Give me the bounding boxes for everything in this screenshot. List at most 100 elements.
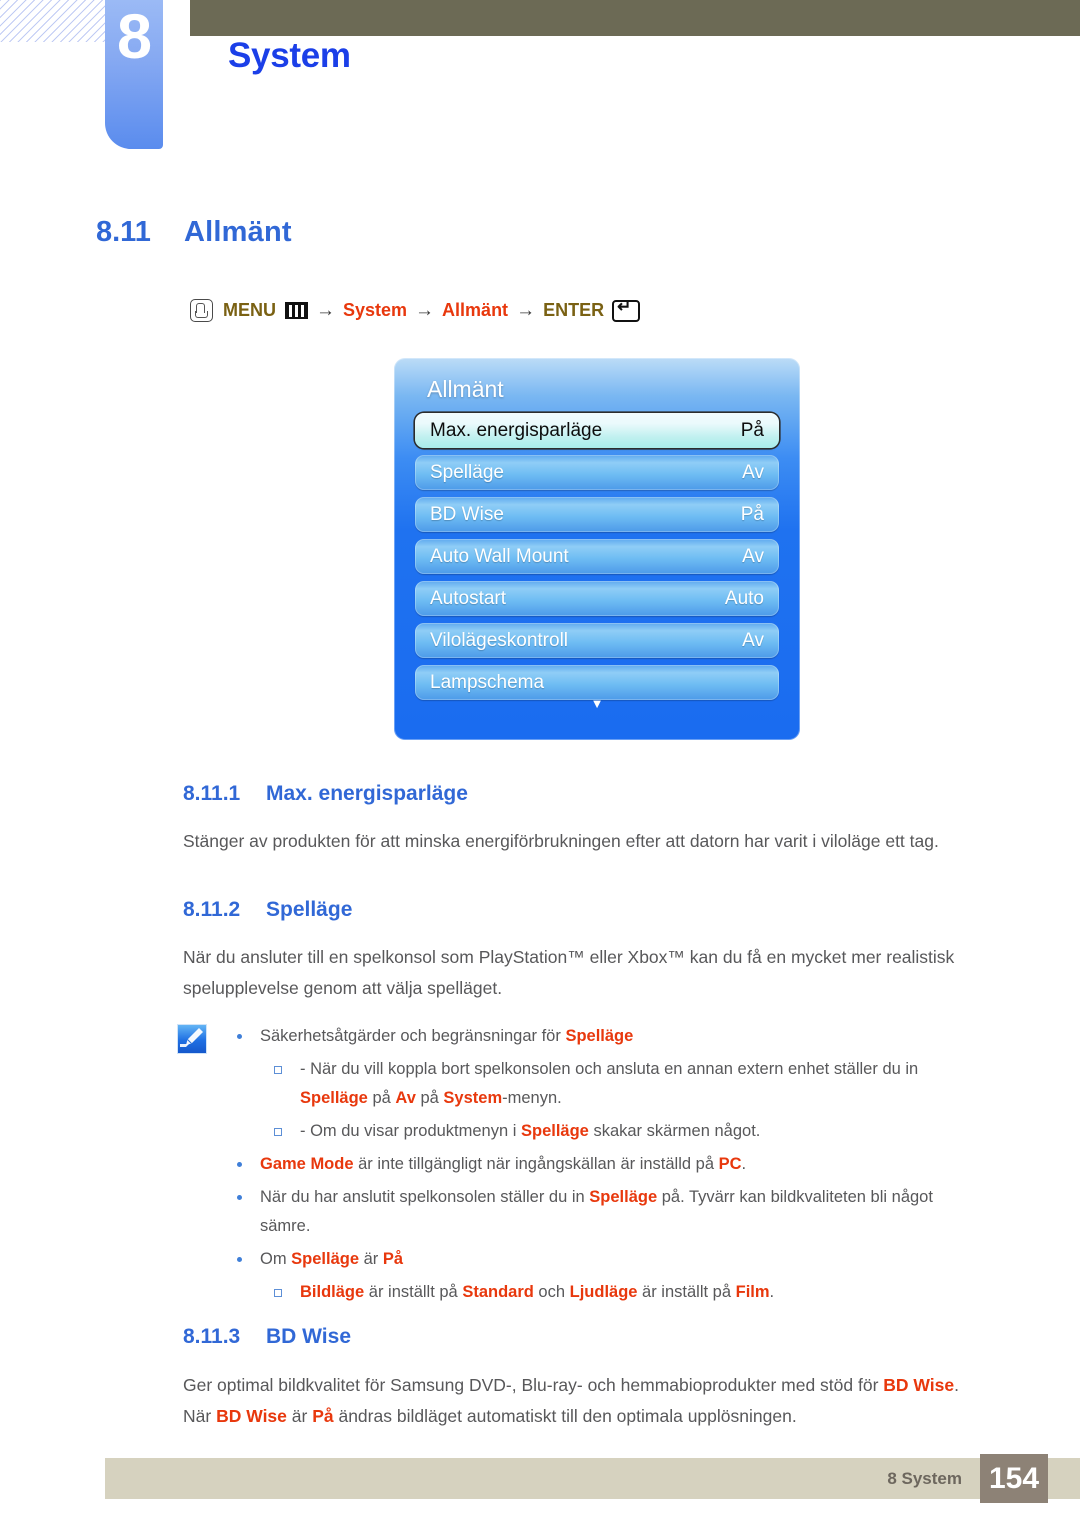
note-pencil-icon	[177, 1024, 207, 1054]
bullet-text: Om	[260, 1250, 292, 1268]
osd-row[interactable]: BD Wise På	[415, 497, 779, 532]
chapter-number: 8	[116, 2, 152, 72]
osd-row[interactable]: Auto Wall Mount Av	[415, 539, 779, 574]
bullet-text: - När du vill koppla bort spelkonsolen o…	[300, 1060, 919, 1078]
emphasis-term: Spelläge	[589, 1188, 658, 1206]
emphasis-term: BD Wise	[883, 1375, 955, 1395]
bullet-text: är inte tillgängligt när ingångskällan ä…	[353, 1155, 719, 1173]
enter-return-icon	[612, 298, 641, 322]
osd-row[interactable]: Spelläge Av	[415, 455, 779, 490]
menu-bars-icon	[285, 302, 308, 319]
footer-page-number: 154	[980, 1454, 1048, 1503]
decorative-hatch-pattern	[0, 0, 105, 42]
paragraph-text: ändras bildläget automatiskt till den op…	[333, 1406, 797, 1426]
emphasis-term: PC	[718, 1155, 742, 1173]
subsection-title-2: Spelläge	[266, 898, 353, 921]
bullet-text: Säkerhetsåtgärder och begränsningar för	[260, 1027, 566, 1045]
osd-row-value: På	[740, 419, 764, 441]
emphasis-term: Spelläge	[291, 1250, 360, 1268]
subsection-heading-2: 8.11.2 Spelläge	[183, 898, 352, 922]
hand-press-icon	[190, 299, 213, 322]
note-bullet-level1: Om Spelläge är På	[232, 1245, 972, 1274]
osd-scroll-down-icon[interactable]: ▼	[394, 697, 800, 710]
paragraph-text: Ger optimal bildkvalitet för Samsung DVD…	[183, 1375, 884, 1395]
bullet-text: skakar skärmen något.	[588, 1122, 761, 1140]
breadcrumb-step-allmant: Allmänt	[442, 300, 509, 320]
osd-row-value: På	[740, 503, 764, 525]
breadcrumb: MENU → System → Allmänt → ENTER	[190, 298, 641, 322]
emphasis-term: Av	[395, 1089, 416, 1107]
note-bullet-level1: När du har anslutit spelkonsolen ställer…	[232, 1183, 972, 1241]
subsection-body-2: När du ansluter till en spelkonsol som P…	[183, 947, 955, 998]
emphasis-term: Standard	[462, 1283, 534, 1301]
osd-row-value: Av	[742, 461, 764, 483]
paragraph-text: är	[286, 1406, 313, 1426]
bullet-text: är	[359, 1250, 383, 1268]
emphasis-term: Spelläge	[521, 1122, 589, 1140]
osd-row[interactable]: Max. energisparläge På	[415, 413, 779, 448]
osd-panel-title: Allmänt	[427, 376, 504, 402]
bullet-text: När du har anslutit spelkonsolen ställer…	[260, 1188, 590, 1206]
subsection-number-3: 8.11.3	[183, 1325, 241, 1348]
breadcrumb-enter-label: ENTER	[543, 300, 605, 320]
breadcrumb-arrow-2: →	[415, 299, 435, 321]
emphasis-term: BD Wise	[216, 1406, 287, 1426]
emphasis-term: På	[382, 1250, 404, 1268]
subsection-body-1: Stänger av produkten för att minska ener…	[183, 831, 939, 851]
section-number: 8.11	[96, 216, 151, 248]
osd-row-label: Lampschema	[430, 671, 545, 693]
breadcrumb-menu-label: MENU	[223, 300, 276, 320]
note-bullet-level1: Game Mode är inte tillgängligt när ingån…	[232, 1150, 972, 1179]
bullet-text: är inställt på	[364, 1283, 463, 1301]
emphasis-term: På	[312, 1406, 334, 1426]
osd-menu-panel: Allmänt Max. energisparläge På Spelläge Av B…	[394, 358, 800, 740]
section-title: Allmänt	[184, 216, 292, 248]
osd-row-label: BD Wise	[430, 503, 504, 525]
subsection-heading-3: 8.11.3 BD Wise	[183, 1325, 351, 1349]
bullet-text: på	[415, 1089, 444, 1107]
breadcrumb-arrow-3: →	[516, 299, 536, 321]
footer-label: 8 System	[887, 1469, 962, 1488]
bullet-text: - Om du visar produktmenyn i	[300, 1122, 521, 1140]
chapter-tab: 8	[105, 0, 163, 149]
emphasis-term: Bildläge	[300, 1283, 365, 1301]
osd-row-label: Vilolägeskontroll	[430, 629, 569, 651]
osd-row-label: Autostart	[430, 587, 507, 609]
emphasis-term: Spelläge	[300, 1089, 368, 1107]
emphasis-term: Film	[735, 1283, 770, 1301]
subsection-title-1: Max. energisparläge	[266, 782, 468, 805]
bullet-text: och	[533, 1283, 570, 1301]
osd-row-label: Auto Wall Mount	[430, 545, 569, 567]
subsection-title-3: BD Wise	[266, 1325, 351, 1348]
subsection-heading-1: 8.11.1 Max. energisparläge	[183, 782, 468, 806]
emphasis-term: Game Mode	[260, 1155, 354, 1173]
osd-row-label: Spelläge	[430, 461, 504, 483]
emphasis-term: Spelläge	[565, 1027, 634, 1045]
section-heading: 8.11 Allmänt	[96, 216, 292, 249]
note-bullet-level2: - Om du visar produktmenyn i Spelläge sk…	[232, 1117, 972, 1146]
osd-row-value: Av	[742, 629, 764, 651]
bullet-text: .	[741, 1155, 747, 1173]
subsection-number-1: 8.11.1	[183, 782, 241, 805]
osd-row[interactable]: Lampschema	[415, 665, 779, 700]
emphasis-term: Ljudläge	[569, 1283, 638, 1301]
breadcrumb-arrow-1: →	[316, 299, 335, 321]
osd-row[interactable]: Autostart Auto	[415, 581, 779, 616]
osd-row-label: Max. energisparläge	[430, 419, 603, 441]
note-bullet-level2: Bildläge är inställt på Standard och Lju…	[232, 1278, 972, 1307]
subsection-number-2: 8.11.2	[183, 898, 241, 921]
bullet-text: .	[769, 1283, 775, 1301]
osd-row-value: Auto	[724, 587, 764, 609]
osd-row-value: Av	[742, 545, 764, 567]
bullet-text: -menyn.	[502, 1089, 562, 1107]
bullet-text: är inställt på	[637, 1283, 736, 1301]
header-olive-bar	[190, 0, 1080, 36]
bullet-text: på	[367, 1089, 396, 1107]
note-bullet-list: Säkerhetsåtgärder och begränsningar för …	[232, 1022, 972, 1311]
osd-row[interactable]: Vilolägeskontroll Av	[415, 623, 779, 658]
emphasis-term: System	[443, 1089, 503, 1107]
breadcrumb-step-system: System	[343, 300, 408, 320]
note-bullet-level1: Säkerhetsåtgärder och begränsningar för …	[232, 1022, 972, 1051]
note-bullet-level2: - När du vill koppla bort spelkonsolen o…	[232, 1055, 972, 1113]
osd-menu-list: Max. energisparläge På Spelläge Av BD Wise På…	[415, 413, 779, 707]
